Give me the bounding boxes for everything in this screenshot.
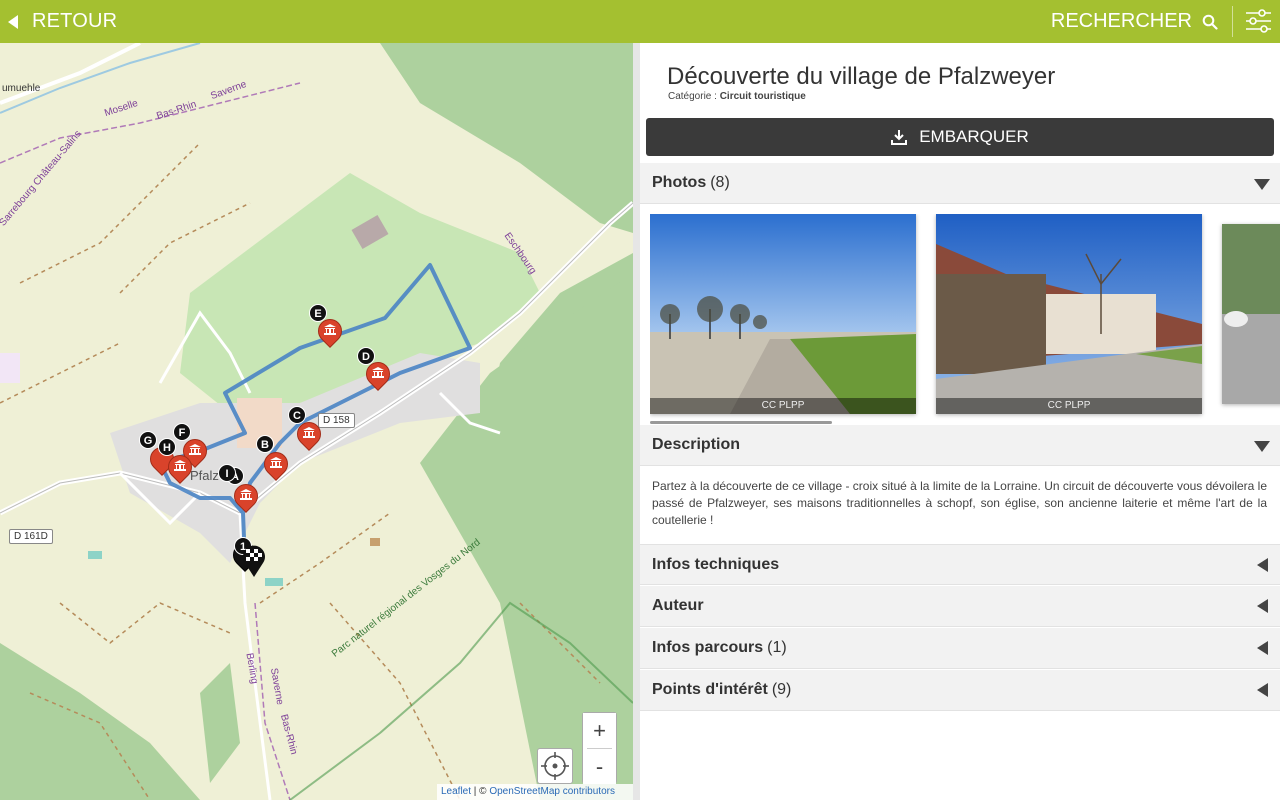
page-title: Découverte du village de Pfalzweyer	[667, 63, 1056, 90]
photos-section-header[interactable]: Photos (8)	[640, 163, 1280, 204]
finish-flag-icon[interactable]	[242, 545, 266, 577]
poi-label-b: B	[256, 435, 274, 453]
zoom-in-button[interactable]: +	[583, 713, 616, 748]
photo-thumbnail[interactable]: CC PLPP	[936, 214, 1202, 414]
back-label: RETOUR	[32, 10, 118, 32]
poi-label-c: C	[288, 406, 306, 424]
map-attribution: Leaflet | © OpenStreetMap contributors	[437, 784, 633, 800]
map-view[interactable]: umuehle Moselle Bas-Rhin Saverne Sarrebo…	[0, 43, 633, 800]
detail-panel: Découverte du village de Pfalzweyer Caté…	[633, 43, 1280, 800]
photo-credit: CC PLPP	[650, 398, 916, 414]
poi-label-h: H	[158, 438, 176, 456]
poi-label-f: F	[173, 423, 191, 441]
collapse-triangle-icon	[1254, 179, 1270, 190]
village-house-photo	[936, 214, 1202, 414]
expand-triangle-icon	[1257, 683, 1268, 697]
description-text: Partez à la découverte de ce village - c…	[652, 479, 1267, 527]
museum-icon	[174, 460, 186, 471]
attribution-separator: | ©	[471, 786, 490, 797]
museum-icon	[303, 427, 315, 438]
photo-carousel[interactable]: CC PLPP CC PLPP	[650, 214, 1280, 426]
top-bar: RETOUR RECHERCHER	[0, 0, 1280, 43]
section-label: Auteur	[652, 597, 704, 614]
poi-label-g: G	[139, 431, 157, 449]
infos-parcours-section[interactable]: Infos parcours (1)	[640, 628, 1280, 669]
zoom-out-button[interactable]: -	[583, 749, 616, 784]
photo-credit: CC PLPP	[936, 398, 1202, 414]
section-label: Infos parcours	[652, 639, 764, 656]
section-count: (9)	[771, 681, 792, 698]
expand-triangle-icon	[1257, 599, 1268, 613]
photos-count: (8)	[710, 174, 730, 191]
leaflet-link[interactable]: Leaflet	[441, 786, 471, 797]
photo-thumbnail[interactable]	[1222, 224, 1280, 404]
poi-marker[interactable]	[163, 450, 197, 484]
poi-label-d: D	[357, 347, 375, 365]
section-label: Infos techniques	[652, 555, 780, 573]
description-label: Description	[652, 436, 741, 453]
poi-label-i: I	[218, 464, 236, 482]
museum-icon	[240, 489, 252, 500]
description-section-header[interactable]: Description	[640, 425, 1280, 466]
back-arrow-icon	[8, 14, 18, 29]
category: Catégorie : Circuit touristique	[668, 91, 806, 102]
points-interet-section[interactable]: Points d'intérêt (9)	[640, 670, 1280, 711]
infos-techniques-section[interactable]: Infos techniques	[640, 544, 1280, 585]
expand-triangle-icon	[1257, 641, 1268, 655]
landscape-photo	[650, 214, 916, 414]
section-count: (1)	[767, 639, 787, 656]
road-label: D 161D	[9, 529, 53, 544]
street-photo	[1222, 224, 1280, 404]
category-label: Catégorie :	[668, 91, 720, 102]
back-button[interactable]: RETOUR	[8, 0, 117, 43]
village-label: Pfalz	[190, 468, 219, 483]
photos-label: Photos	[652, 174, 707, 191]
topbar-divider	[1232, 6, 1233, 37]
photo-thumbnail[interactable]: CC PLPP	[650, 214, 916, 414]
museum-icon	[372, 367, 384, 378]
place-label: umuehle	[2, 83, 41, 94]
category-value: Circuit touristique	[719, 91, 806, 102]
search-icon	[1202, 14, 1218, 30]
osm-link[interactable]: OpenStreetMap contributors	[489, 786, 615, 797]
museum-icon	[324, 324, 336, 335]
museum-icon	[270, 457, 282, 468]
carousel-scrollbar[interactable]	[650, 421, 832, 424]
search-button[interactable]: RECHERCHER	[1051, 0, 1218, 43]
auteur-section[interactable]: Auteur	[640, 586, 1280, 627]
crosshair-icon	[541, 752, 569, 780]
embark-button[interactable]: EMBARQUER	[646, 118, 1274, 156]
expand-triangle-icon	[1257, 558, 1268, 572]
download-icon	[891, 130, 908, 145]
filter-settings-icon[interactable]	[1245, 8, 1272, 34]
embark-label: EMBARQUER	[919, 127, 1029, 146]
road-label: D 158	[318, 413, 355, 428]
zoom-control: + -	[582, 712, 617, 784]
search-label: RECHERCHER	[1050, 10, 1192, 32]
section-label: Points d'intérêt	[652, 681, 768, 698]
locate-button[interactable]	[537, 748, 573, 784]
collapse-triangle-icon	[1254, 441, 1270, 452]
poi-label-e: E	[309, 304, 327, 322]
